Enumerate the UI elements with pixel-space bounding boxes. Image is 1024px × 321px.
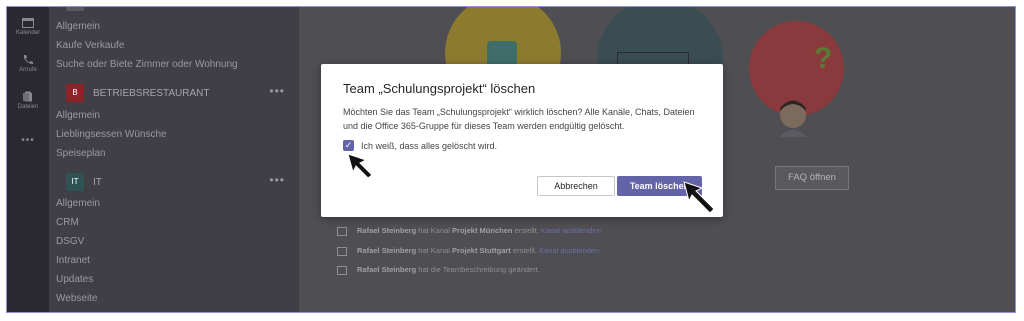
arrow-pointer-icon — [347, 153, 373, 179]
more-options-icon[interactable]: ••• — [269, 173, 285, 187]
faq-button[interactable]: FAQ öffnen — [775, 166, 849, 190]
phone-icon — [24, 55, 33, 64]
activity-text: erstellt. — [512, 226, 541, 235]
cancel-button[interactable]: Abbrechen — [537, 176, 615, 196]
activity-icon — [337, 246, 347, 256]
channel-item[interactable]: Updates — [56, 274, 93, 285]
confirm-checkbox-label[interactable]: Ich weiß, dass alles gelöscht wird. — [361, 141, 497, 151]
more-options-icon[interactable]: ••• — [269, 84, 285, 98]
team-row-betriebsrestaurant[interactable]: B BETRIEBSRESTAURANT ••• — [66, 84, 291, 104]
activity-channel: Projekt München — [452, 226, 513, 235]
team-badge: B — [66, 84, 84, 102]
activity-icon — [337, 226, 347, 236]
team-name: BETRIEBSRESTAURANT — [93, 88, 210, 99]
team-row-it[interactable]: IT IT ••• — [66, 173, 291, 193]
activity-item: Rafael Steinberg hat die Teambeschreibun… — [337, 265, 540, 275]
activity-text: hat Kanal — [416, 246, 453, 255]
channel-item[interactable]: Allgemein — [56, 198, 100, 209]
checkmark-icon: ✓ — [344, 140, 353, 150]
hide-channel-link[interactable]: Kanal ausblenden — [539, 246, 599, 255]
team-name: IT — [93, 177, 102, 188]
channel-item[interactable]: Intranet — [56, 255, 90, 266]
dialog-title: Team „Schulungsprojekt“ löschen — [343, 81, 536, 96]
rail-label-files: Dateien — [17, 104, 39, 110]
arrow-pointer-icon — [683, 181, 715, 214]
activity-item: Rafael Steinberg hat Kanal Projekt Stutt… — [337, 246, 599, 256]
team-badge-partial — [66, 7, 84, 11]
channel-item[interactable]: Allgemein — [56, 21, 100, 32]
activity-user: Rafael Steinberg — [357, 246, 417, 255]
dialog-message: Möchten Sie das Team „Schulungsprojekt“ … — [343, 107, 695, 131]
calendar-icon — [22, 18, 34, 28]
activity-text: hat die Teambeschreibung geändert. — [416, 265, 540, 274]
channel-item[interactable]: Lieblingsessen Wünsche — [56, 129, 167, 140]
channel-item[interactable]: CRM — [56, 217, 79, 228]
files-icon — [23, 91, 32, 102]
question-mark-icon: ? — [814, 42, 832, 74]
teams-list-panel — [49, 7, 299, 312]
channel-item[interactable]: Suche oder Biete Zimmer oder Wohnung — [56, 59, 238, 70]
activity-item: Rafael Steinberg hat Kanal Projekt Münch… — [337, 226, 601, 236]
activity-channel: Projekt Stuttgart — [452, 246, 511, 255]
confirm-checkbox[interactable]: ✓ — [343, 140, 354, 151]
channel-item[interactable]: Allgemein — [56, 110, 100, 121]
channel-item[interactable]: Kaufe Verkaufe — [56, 40, 124, 51]
rail-item-calendar[interactable]: Kalender — [7, 17, 49, 36]
rail-label-calendar: Kalender — [15, 30, 41, 36]
hide-channel-link[interactable]: Kanal ausblenden — [541, 226, 601, 235]
rail-more-button[interactable]: ••• — [7, 135, 49, 146]
activity-text: erstellt. — [510, 246, 540, 255]
channel-item[interactable]: DSGV — [56, 236, 84, 247]
person-illustration — [779, 100, 807, 137]
delete-team-dialog: Team „Schulungsprojekt“ löschen Möchten … — [321, 64, 723, 217]
activity-text: hat Kanal — [416, 226, 453, 235]
team-badge: IT — [66, 173, 84, 191]
app-rail: Kalender Anrufe Dateien ••• — [7, 7, 49, 312]
rail-label-calls: Anrufe — [19, 67, 37, 73]
more-icon: ••• — [21, 135, 35, 146]
activity-user: Rafael Steinberg — [357, 226, 417, 235]
channel-item[interactable]: Webseite — [56, 293, 98, 304]
activity-user: Rafael Steinberg — [357, 265, 417, 274]
rail-item-files[interactable]: Dateien — [7, 91, 49, 110]
svg-text:?: ? — [814, 42, 832, 74]
activity-icon — [337, 265, 347, 275]
rail-item-calls[interactable]: Anrufe — [7, 54, 49, 73]
channel-item[interactable]: Speiseplan — [56, 148, 105, 159]
